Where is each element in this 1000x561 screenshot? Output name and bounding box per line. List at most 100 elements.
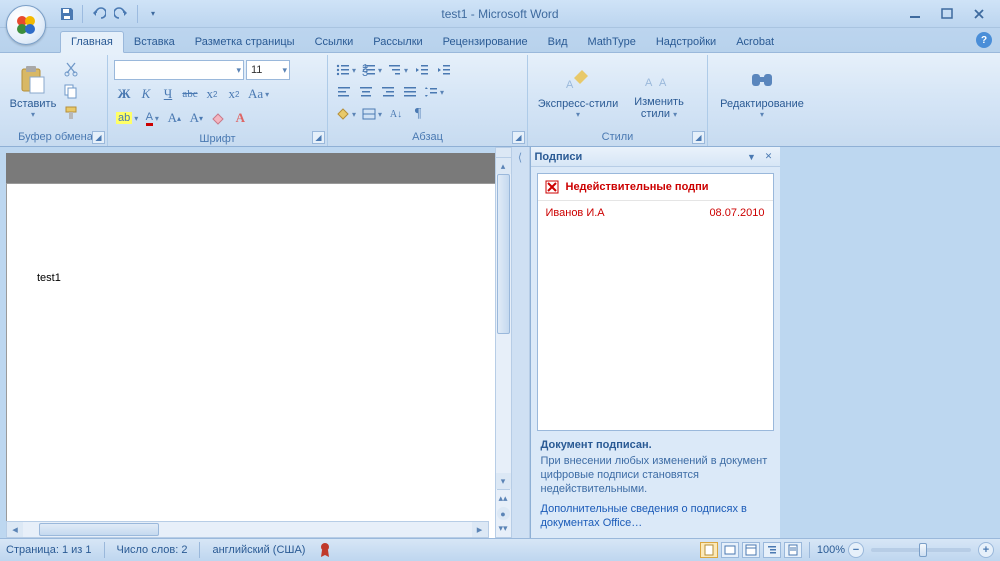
font-name-combo[interactable]	[114, 60, 244, 80]
tab-acrobat[interactable]: Acrobat	[726, 32, 784, 52]
borders-button[interactable]	[360, 104, 384, 124]
view-fullscreen-button[interactable]	[721, 542, 739, 558]
view-draft-button[interactable]	[784, 542, 802, 558]
vscroll-track[interactable]	[496, 174, 511, 473]
highlight-button[interactable]: ab	[114, 108, 140, 128]
format-painter-button[interactable]	[60, 103, 82, 123]
qat-customize-button[interactable]: ▾	[142, 3, 164, 25]
scroll-right-button[interactable]: ▸	[472, 522, 488, 537]
tab-pagelayout[interactable]: Разметка страницы	[185, 32, 305, 52]
tab-view[interactable]: Вид	[538, 32, 578, 52]
strike-button[interactable]: abc	[180, 84, 200, 104]
maximize-icon	[941, 8, 953, 20]
line-spacing-button[interactable]	[422, 82, 446, 102]
view-printlayout-button[interactable]	[700, 542, 718, 558]
group-label-font: Шрифт	[112, 131, 323, 147]
maximize-button[interactable]	[936, 4, 958, 24]
paragraph-dialog-launcher[interactable]: ◢	[512, 131, 525, 144]
help-button[interactable]: ?	[976, 32, 992, 48]
shading-button[interactable]	[334, 104, 358, 124]
subscript-button[interactable]: x2	[202, 84, 222, 104]
scroll-up-button[interactable]: ▴	[496, 158, 511, 174]
select-browse-button[interactable]: ●	[497, 507, 510, 520]
show-marks-button[interactable]: ¶	[408, 104, 428, 124]
zoom-in-button[interactable]: +	[978, 542, 994, 558]
sort-button[interactable]: А↓	[386, 104, 406, 124]
font-size-combo[interactable]: 11	[246, 60, 290, 80]
signatures-help-link[interactable]: Дополнительные сведения о подписях в док…	[541, 502, 770, 530]
hscroll-thumb[interactable]	[39, 523, 159, 536]
tab-review[interactable]: Рецензирование	[433, 32, 538, 52]
fullscreen-icon	[724, 544, 736, 556]
zoom-slider-knob[interactable]	[919, 543, 927, 557]
cut-button[interactable]	[60, 59, 82, 79]
taskpane-menu-button[interactable]: ▼	[745, 150, 759, 164]
justify-button[interactable]	[400, 82, 420, 102]
scroll-left-button[interactable]: ◂	[7, 522, 23, 537]
tab-insert[interactable]: Вставка	[124, 32, 185, 52]
zoom-slider[interactable]	[871, 548, 971, 552]
align-right-button[interactable]	[378, 82, 398, 102]
editing-button[interactable]: Редактирование ▾	[712, 57, 812, 125]
scroll-down-button[interactable]: ▾	[496, 473, 511, 489]
numbering-button[interactable]: 123	[360, 60, 384, 80]
tab-mailings[interactable]: Рассылки	[363, 32, 432, 52]
dec-indent-button[interactable]	[412, 60, 432, 80]
styles-dialog-launcher[interactable]: ◢	[692, 131, 705, 144]
vertical-scrollbar[interactable]: ▴ ▾ ▴▴ ● ▾▾	[495, 147, 512, 538]
text-effects-button[interactable]: A	[230, 108, 250, 128]
taskpane-grip[interactable]: ⟨	[512, 147, 530, 538]
font-dialog-launcher[interactable]: ◢	[312, 131, 325, 144]
office-button[interactable]	[6, 5, 46, 45]
inc-indent-button[interactable]	[434, 60, 454, 80]
paste-button[interactable]: Вставить ▾	[8, 57, 58, 125]
bullets-button[interactable]	[334, 60, 358, 80]
clear-format-button[interactable]	[208, 108, 228, 128]
font-color-button[interactable]: A	[142, 108, 162, 128]
group-clipboard: Вставить ▾ Буфер обмена ◢	[4, 55, 108, 146]
document-viewport: test1 ◂ ▸	[0, 147, 495, 538]
paste-label: Вставить	[10, 98, 57, 110]
vscroll-thumb[interactable]	[497, 174, 510, 334]
prev-page-button[interactable]: ▴▴	[497, 492, 510, 505]
qat-save-button[interactable]	[56, 3, 78, 25]
split-handle[interactable]	[496, 148, 511, 158]
align-left-button[interactable]	[334, 82, 354, 102]
view-outline-button[interactable]	[763, 542, 781, 558]
change-styles-button[interactable]: AA Изменитьстили ▾	[624, 57, 694, 125]
superscript-button[interactable]: x2	[224, 84, 244, 104]
italic-button[interactable]: К	[136, 84, 156, 104]
bold-button[interactable]: Ж	[114, 84, 134, 104]
taskpane-close-button[interactable]: ✕	[762, 150, 776, 164]
underline-button[interactable]: Ч	[158, 84, 178, 104]
copy-button[interactable]	[60, 81, 82, 101]
qat-undo-button[interactable]	[87, 3, 109, 25]
document-page[interactable]: test1	[6, 183, 495, 538]
clipboard-dialog-launcher[interactable]: ◢	[92, 131, 105, 144]
grow-font-button[interactable]: A▴	[164, 108, 184, 128]
horizontal-scrollbar[interactable]: ◂ ▸	[6, 521, 489, 538]
qat-separator	[82, 5, 83, 23]
tab-addins[interactable]: Надстройки	[646, 32, 726, 52]
tab-mathtype[interactable]: MathType	[578, 32, 646, 52]
zoom-out-button[interactable]: −	[848, 542, 864, 558]
status-wordcount[interactable]: Число слов: 2	[117, 544, 188, 556]
multilevel-button[interactable]	[386, 60, 410, 80]
next-page-button[interactable]: ▾▾	[497, 522, 510, 535]
close-button[interactable]	[968, 4, 990, 24]
signature-status-icon[interactable]	[317, 542, 333, 558]
minimize-button[interactable]	[904, 4, 926, 24]
align-center-button[interactable]	[356, 82, 376, 102]
quick-styles-button[interactable]: A Экспресс-стили ▾	[532, 57, 624, 125]
status-page[interactable]: Страница: 1 из 1	[6, 544, 92, 556]
tab-references[interactable]: Ссылки	[305, 32, 364, 52]
change-case-button[interactable]: Aa	[246, 84, 271, 104]
view-web-button[interactable]	[742, 542, 760, 558]
shrink-font-button[interactable]: A▾	[186, 108, 206, 128]
tab-home[interactable]: Главная	[60, 31, 124, 53]
zoom-level[interactable]: 100%	[817, 544, 845, 556]
signature-row[interactable]: Иванов И.А 08.07.2010	[538, 201, 773, 225]
status-language[interactable]: английский (США)	[212, 544, 305, 556]
qat-redo-button[interactable]	[111, 3, 133, 25]
undo-icon	[90, 6, 106, 22]
